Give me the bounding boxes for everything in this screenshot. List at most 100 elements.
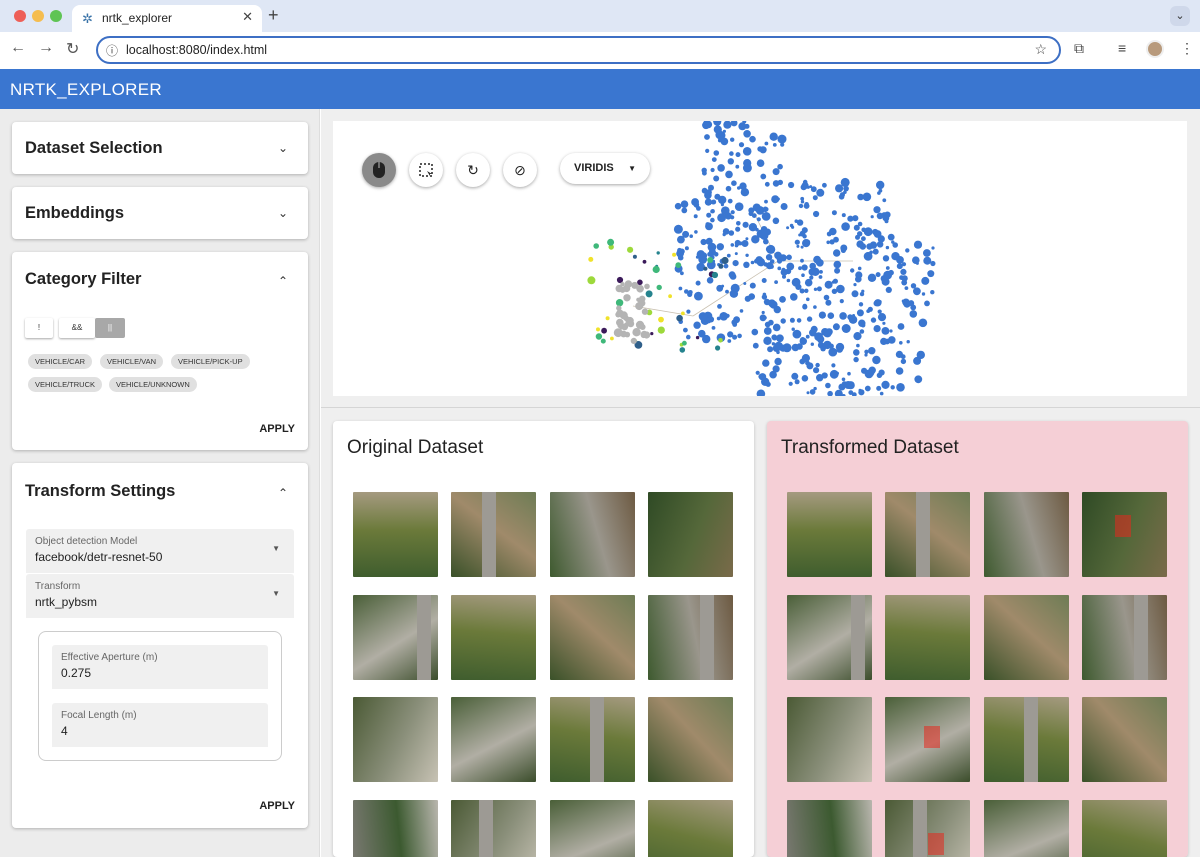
scatter-point[interactable] xyxy=(870,317,877,323)
scatter-point[interactable] xyxy=(888,336,896,344)
scatter-point[interactable] xyxy=(815,362,820,368)
scatter-point[interactable] xyxy=(801,273,805,277)
scatter-point[interactable] xyxy=(713,175,720,182)
scatter-point[interactable] xyxy=(588,256,594,262)
scatter-point[interactable] xyxy=(813,386,817,391)
forward-icon[interactable]: → xyxy=(38,39,54,57)
dataset-selection-card[interactable]: Dataset Selection ⌄ xyxy=(12,122,308,174)
scatter-point[interactable] xyxy=(779,296,786,303)
image-thumbnail[interactable] xyxy=(550,492,635,577)
scatter-point[interactable] xyxy=(610,336,614,341)
scatter-point[interactable] xyxy=(776,334,784,343)
scatter-point[interactable] xyxy=(706,277,714,284)
apply-transform-button[interactable]: APPLY xyxy=(259,800,295,812)
scatter-point[interactable] xyxy=(681,207,688,214)
scatter-point[interactable] xyxy=(798,266,802,271)
scatter-point[interactable] xyxy=(930,290,935,295)
scatter-point[interactable] xyxy=(829,227,837,236)
scatter-point[interactable] xyxy=(673,224,683,234)
scatter-point[interactable] xyxy=(853,349,860,356)
scatter-point[interactable] xyxy=(870,215,874,219)
scatter-point[interactable] xyxy=(774,280,778,284)
scatter-point[interactable] xyxy=(759,146,767,154)
scatter-point[interactable] xyxy=(815,259,822,266)
scatter-point[interactable] xyxy=(756,217,761,222)
focal-length-input[interactable]: Focal Length (m) 4 xyxy=(52,703,268,747)
scatter-point[interactable] xyxy=(723,263,729,269)
scatter-point[interactable] xyxy=(823,294,830,301)
scatter-point[interactable] xyxy=(839,299,844,304)
scatter-point[interactable] xyxy=(716,243,724,251)
scatter-point[interactable] xyxy=(831,288,838,294)
scatter-point[interactable] xyxy=(866,243,873,250)
scatter-point[interactable] xyxy=(862,192,872,202)
scatter-point[interactable] xyxy=(772,143,777,147)
scatter-point[interactable] xyxy=(876,241,884,248)
refresh-icon[interactable]: ↻ xyxy=(456,153,490,187)
scatter-point[interactable] xyxy=(774,251,782,260)
image-thumbnail[interactable] xyxy=(550,800,635,857)
scatter-point[interactable] xyxy=(804,288,809,293)
scatter-point[interactable] xyxy=(710,209,715,214)
scatter-point[interactable] xyxy=(873,325,881,333)
media-controls-icon[interactable]: ≡ xyxy=(1118,40,1126,56)
scatter-point[interactable] xyxy=(885,245,890,250)
tab-search-button[interactable]: ⌄ xyxy=(1170,6,1190,26)
scatter-point[interactable] xyxy=(795,283,802,290)
scatter-point[interactable] xyxy=(771,342,776,346)
scatter-point[interactable] xyxy=(734,252,738,256)
scatter-point[interactable] xyxy=(818,311,826,319)
chip-vehicle-truck[interactable]: VEHICLE/TRUCK xyxy=(28,377,103,392)
site-info-icon[interactable]: ⓘ xyxy=(106,42,118,59)
scatter-point[interactable] xyxy=(730,243,735,247)
scatter-point[interactable] xyxy=(833,249,841,257)
scatter-point[interactable] xyxy=(615,284,623,293)
scatter-point[interactable] xyxy=(834,267,841,274)
scatter-point[interactable] xyxy=(680,200,689,208)
scatter-point[interactable] xyxy=(752,342,759,349)
scatter-point[interactable] xyxy=(761,294,768,300)
scatter-point[interactable] xyxy=(756,159,765,167)
image-thumbnail[interactable] xyxy=(648,595,733,680)
image-thumbnail[interactable] xyxy=(984,492,1069,577)
scatter-point[interactable] xyxy=(873,206,881,214)
scatter-point[interactable] xyxy=(796,318,802,323)
image-thumbnail[interactable] xyxy=(353,800,438,857)
scatter-point[interactable] xyxy=(632,254,637,259)
scatter-point[interactable] xyxy=(915,261,919,265)
scatter-point[interactable] xyxy=(884,329,889,335)
scatter-point[interactable] xyxy=(796,244,800,248)
scatter-point[interactable] xyxy=(791,327,795,331)
scatter-point[interactable] xyxy=(806,391,810,395)
scatter-point[interactable] xyxy=(796,219,804,226)
scatter-point[interactable] xyxy=(877,313,887,322)
scatter-point[interactable] xyxy=(717,164,725,172)
scatter-point[interactable] xyxy=(713,150,720,156)
scatter-point[interactable] xyxy=(931,246,935,250)
scatter-point[interactable] xyxy=(624,331,631,338)
scatter-point[interactable] xyxy=(744,295,751,302)
scatter-point[interactable] xyxy=(836,284,845,294)
scatter-point[interactable] xyxy=(727,158,734,165)
scatter-point[interactable] xyxy=(901,275,908,282)
scatter-point[interactable] xyxy=(820,345,826,352)
scatter-point[interactable] xyxy=(850,268,855,273)
apply-filter-button[interactable]: APPLY xyxy=(259,423,295,435)
scatter-point[interactable] xyxy=(734,202,744,211)
scatter-point[interactable] xyxy=(677,235,685,244)
scatter-point[interactable] xyxy=(872,248,879,255)
scatter-point[interactable] xyxy=(888,269,894,276)
embeddings-card[interactable]: Embeddings ⌄ xyxy=(12,187,308,239)
scatter-point[interactable] xyxy=(761,377,770,386)
scatter-point[interactable] xyxy=(707,251,712,257)
image-thumbnail[interactable] xyxy=(451,800,536,857)
scatter-point[interactable] xyxy=(839,312,847,320)
scatter-point[interactable] xyxy=(921,276,930,285)
scatter-point[interactable] xyxy=(801,264,808,271)
scatter-point[interactable] xyxy=(902,298,910,307)
image-thumbnail[interactable] xyxy=(1082,492,1167,577)
scatter-point[interactable] xyxy=(835,342,845,352)
scatter-point[interactable] xyxy=(680,271,684,276)
scatter-point[interactable] xyxy=(596,327,600,332)
scatter-point[interactable] xyxy=(852,215,859,222)
